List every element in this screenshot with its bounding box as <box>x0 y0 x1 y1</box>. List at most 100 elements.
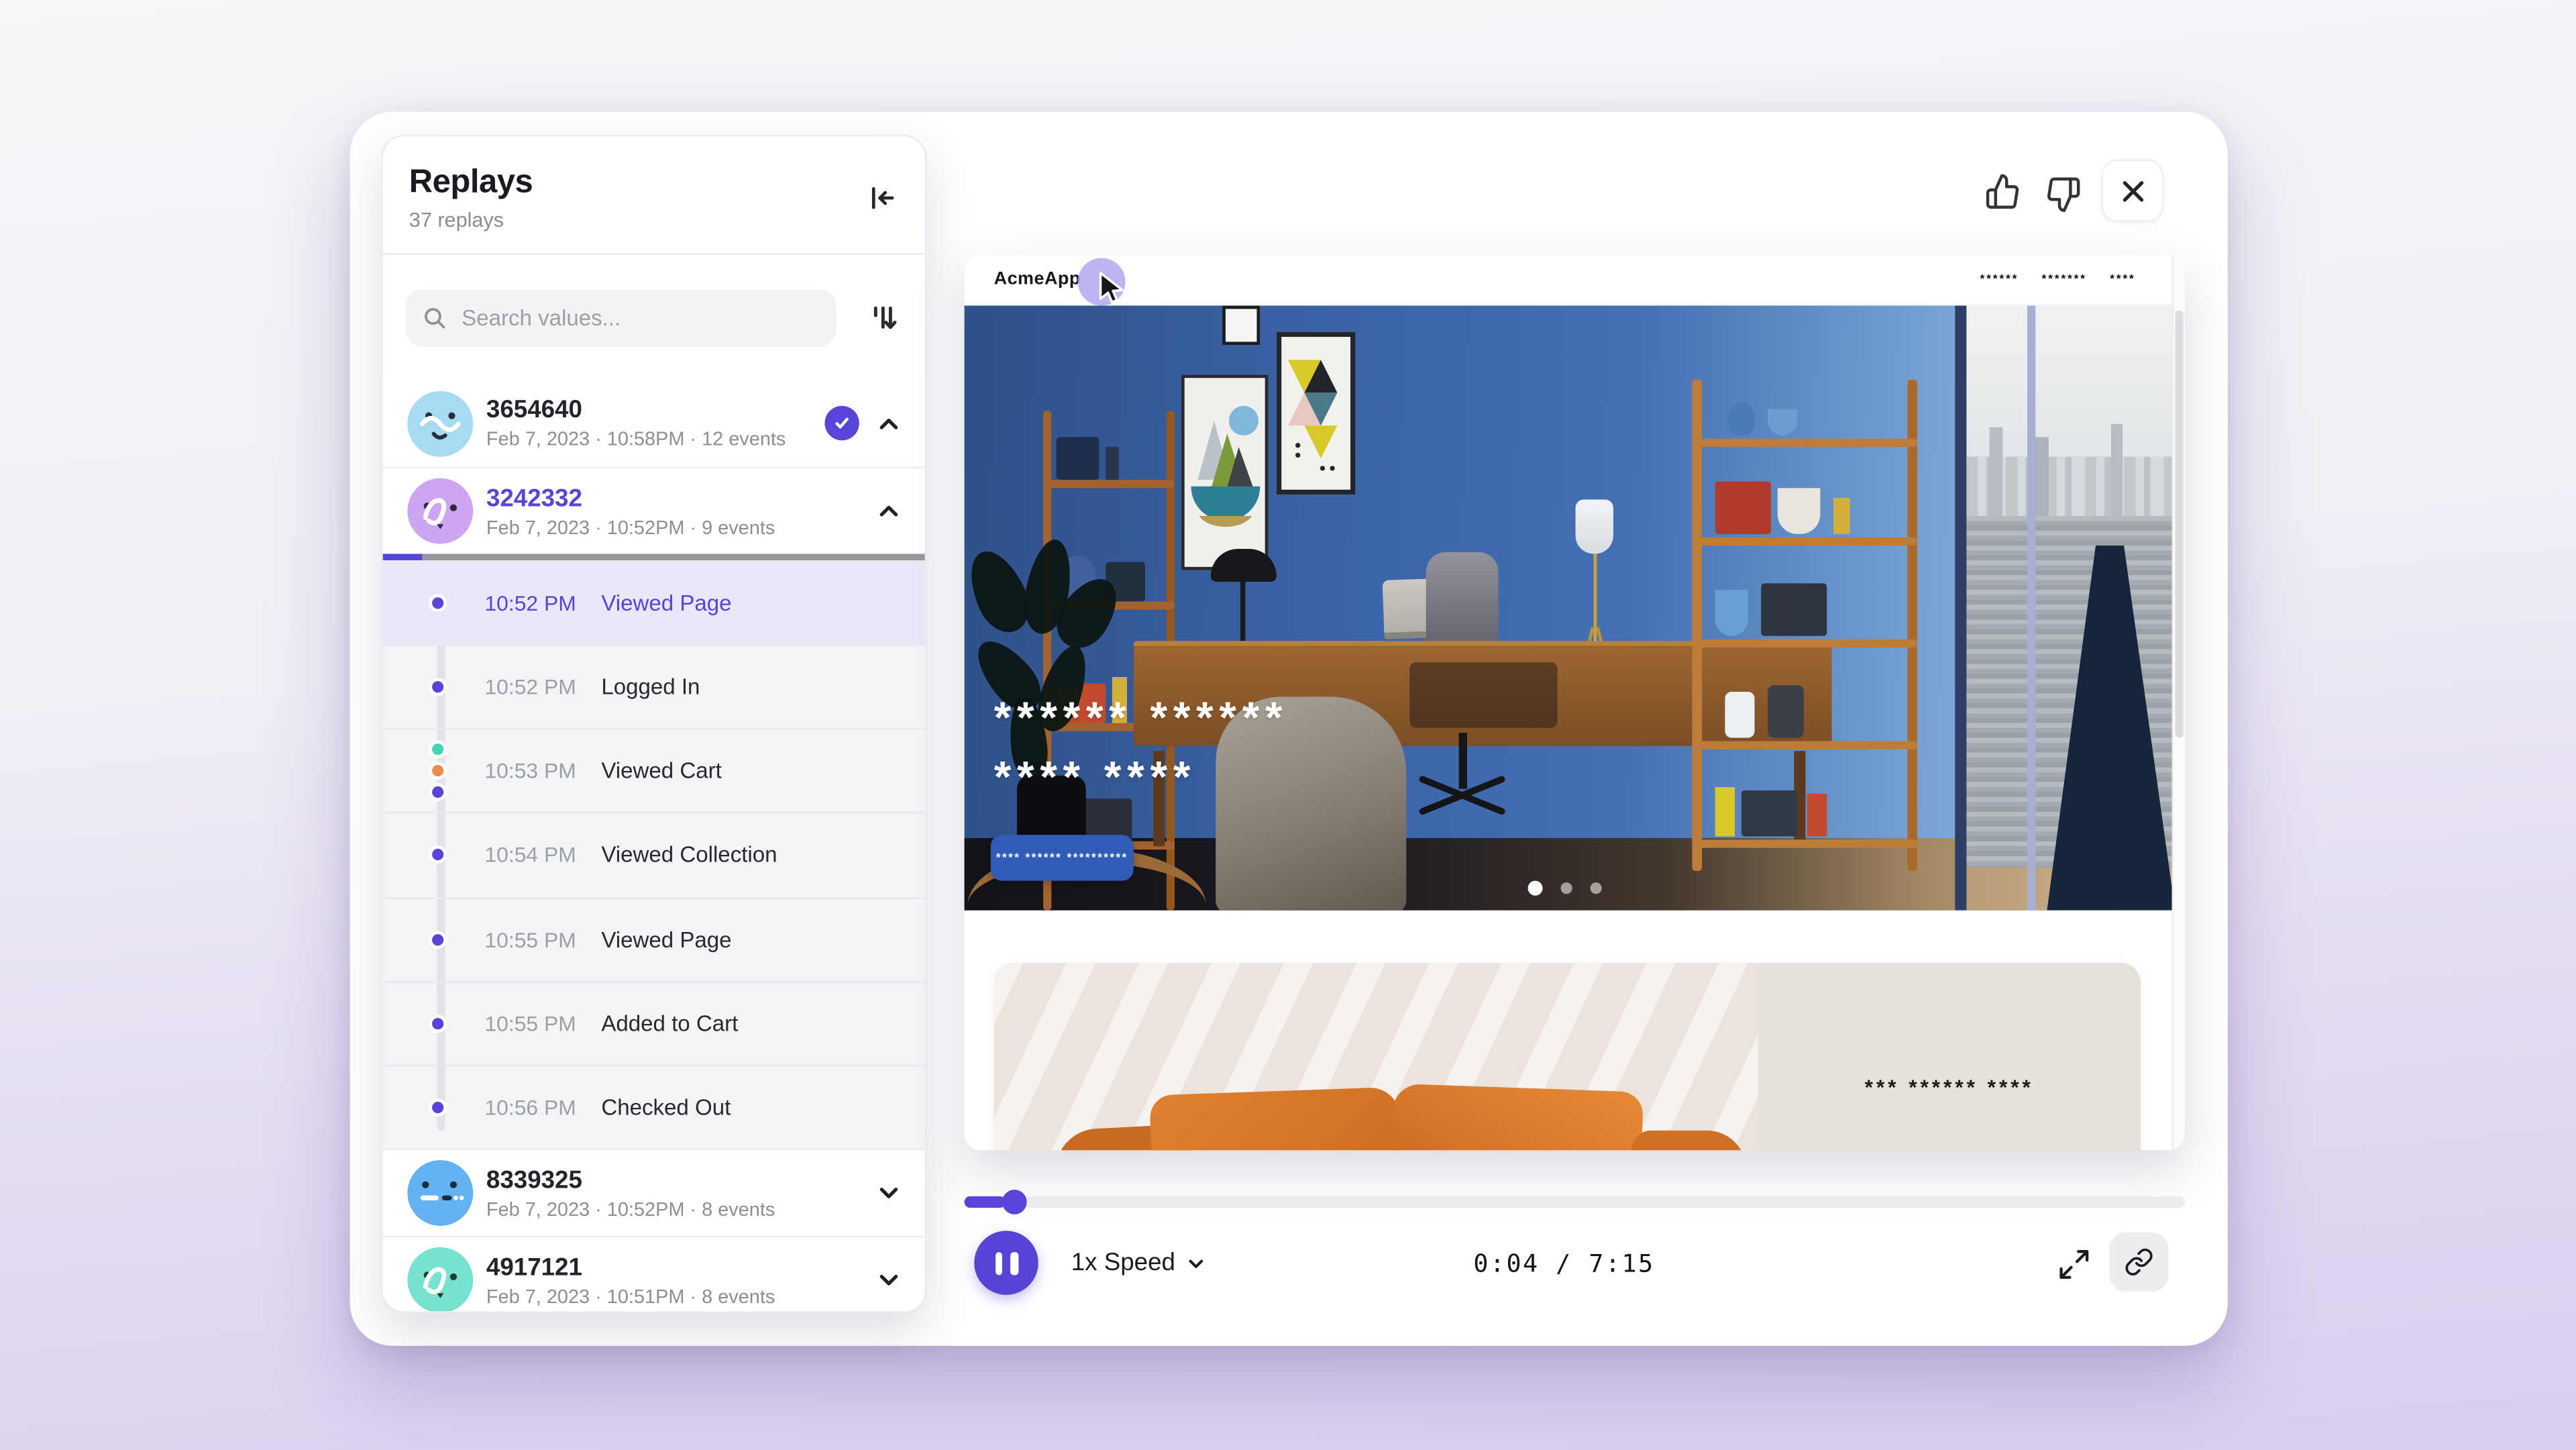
event-row-viewed-cart[interactable]: 10:53 PM Viewed Cart <box>383 729 925 813</box>
pause-icon <box>1010 1251 1018 1274</box>
link-icon <box>2125 1247 2154 1277</box>
time-display: 0:04 / 7:15 <box>1380 1231 1748 1295</box>
right-bookshelf <box>1692 380 1917 871</box>
collapse-sidebar-button[interactable] <box>863 179 899 215</box>
event-label: Checked Out <box>601 1095 731 1120</box>
page-title: Replays <box>409 164 899 202</box>
site-header: AcmeApp ****** ******* **** <box>965 255 2186 306</box>
thumbs-down-button[interactable] <box>2039 171 2085 217</box>
chevron-down-icon[interactable] <box>877 1269 900 1292</box>
replay-count: 37 replays <box>409 209 899 231</box>
replay-row-controls <box>824 380 900 467</box>
search-icon <box>422 305 447 329</box>
replay-meta: Feb 7, 2023 · 10:51PM · 8 events <box>486 1284 775 1307</box>
copy-link-button[interactable] <box>2109 1233 2168 1292</box>
event-time: 10:56 PM <box>484 1095 576 1120</box>
avatar <box>407 391 473 456</box>
replay-row-controls <box>877 468 900 554</box>
close-icon <box>2120 178 2145 203</box>
hero-cta-button[interactable]: **** ****** ********** <box>991 835 1134 881</box>
hero-masked-heading-line2: **** **** <box>994 753 1196 804</box>
replay-row-controls <box>877 1150 900 1235</box>
window-frame <box>1955 306 1966 911</box>
event-row-viewed-page-2[interactable]: 10:55 PM Viewed Page <box>383 896 925 980</box>
event-row-added-to-cart[interactable]: 10:55 PM Added to Cart <box>383 980 925 1064</box>
carousel-dot[interactable] <box>1561 882 1572 894</box>
thumbs-down-icon <box>2043 175 2080 213</box>
session-progress-track <box>422 554 925 560</box>
chevron-up-icon[interactable] <box>877 499 900 522</box>
sort-replays-button[interactable] <box>863 297 902 337</box>
sofa-image <box>994 963 1758 1150</box>
replay-row-3242332[interactable]: 3242332 Feb 7, 2023 · 10:52PM · 9 events <box>383 467 925 554</box>
mouse-cursor-icon <box>1095 271 1125 304</box>
replay-id: 4917121 <box>486 1253 775 1281</box>
playback-progress-bar[interactable] <box>965 1196 2186 1208</box>
event-label: Viewed Cart <box>601 759 722 784</box>
replay-list: 3654640 Feb 7, 2023 · 10:58PM · 12 event… <box>383 380 925 1312</box>
sidebar-header: Replays 37 replays <box>383 136 925 254</box>
event-timeline: 10:52 PM Viewed Page 10:52 PM Logged In … <box>383 560 925 1149</box>
close-player-button[interactable] <box>2101 160 2163 222</box>
nav-link-masked[interactable]: **** <box>2110 274 2135 285</box>
event-row-checked-out[interactable]: 10:56 PM Checked Out <box>383 1065 925 1149</box>
expand-icon <box>2056 1247 2090 1281</box>
event-row-logged-in[interactable]: 10:52 PM Logged In <box>383 644 925 728</box>
replay-info: 4917121 Feb 7, 2023 · 10:51PM · 8 events <box>486 1253 775 1307</box>
event-dot-icon <box>428 1098 446 1117</box>
pause-button[interactable] <box>974 1231 1038 1295</box>
site-logo[interactable]: AcmeApp <box>994 270 1081 289</box>
carousel-dot[interactable] <box>1591 882 1602 894</box>
desk-lamp-arm <box>1240 578 1244 641</box>
nav-link-masked[interactable]: ****** <box>1980 274 2019 285</box>
replay-id: 3654640 <box>486 396 786 424</box>
event-row-viewed-collection[interactable]: 10:54 PM Viewed Collection <box>383 813 925 896</box>
speed-label: 1x Speed <box>1071 1249 1175 1277</box>
event-label: Viewed Collection <box>601 843 777 868</box>
avatar <box>407 478 473 544</box>
search-input[interactable]: Search values... <box>406 289 837 346</box>
session-progress-fill <box>383 554 422 560</box>
event-row-viewed-page-1[interactable]: 10:52 PM Viewed Page <box>383 560 925 644</box>
chevron-down-icon <box>1187 1253 1206 1272</box>
event-time: 10:52 PM <box>484 675 576 700</box>
hero-image: ****** ****** **** **** **** ****** ****… <box>965 306 2172 911</box>
carousel-dot-active[interactable] <box>1528 881 1543 896</box>
sidebar-search-row: Search values... <box>383 255 925 380</box>
event-label: Logged In <box>601 675 700 700</box>
playback-progress-handle[interactable] <box>1002 1190 1027 1214</box>
replay-row-3654640[interactable]: 3654640 Feb 7, 2023 · 10:58PM · 12 event… <box>383 380 925 467</box>
site-nav: ****** ******* **** <box>1980 274 2136 285</box>
scrollbar-thumb[interactable] <box>2175 311 2183 738</box>
replay-row-4917121[interactable]: 4917121 Feb 7, 2023 · 10:51PM · 8 events <box>383 1236 925 1312</box>
event-dot-icon <box>428 846 446 864</box>
event-time: 10:55 PM <box>484 927 576 952</box>
fullscreen-button[interactable] <box>2052 1242 2095 1285</box>
sort-descending-icon <box>866 301 899 333</box>
session-progress-bar <box>383 554 925 560</box>
replay-meta: Feb 7, 2023 · 10:52PM · 8 events <box>486 1197 775 1220</box>
replays-sidebar: Replays 37 replays Search values... <box>381 135 926 1313</box>
viewport-scrollbar[interactable] <box>2172 255 2186 1151</box>
event-label: Viewed Page <box>601 591 731 616</box>
replay-row-controls <box>877 1237 900 1311</box>
event-label: Viewed Page <box>601 927 731 952</box>
mountain-art-frame <box>1181 374 1269 570</box>
geometric-art-frame <box>1277 332 1356 495</box>
office-chair-base <box>1430 733 1495 828</box>
carousel-dots[interactable] <box>1528 881 1602 896</box>
line-art-frame <box>1222 306 1260 346</box>
chevron-down-icon[interactable] <box>877 1182 900 1204</box>
nav-link-masked[interactable]: ******* <box>2042 274 2087 285</box>
replay-row-8339325[interactable]: 8339325 Feb 7, 2023 · 10:52PM · 8 events <box>383 1149 925 1236</box>
event-time: 10:54 PM <box>484 843 576 868</box>
speed-selector[interactable]: 1x Speed <box>1071 1231 1207 1295</box>
chevron-up-icon[interactable] <box>877 411 900 434</box>
collapse-panel-icon <box>865 182 896 213</box>
replay-info: 8339325 Feb 7, 2023 · 10:52PM · 8 events <box>486 1166 775 1221</box>
event-dot-icon <box>428 678 446 696</box>
product-card: *** ****** **** <box>994 963 2141 1150</box>
thumbs-up-button[interactable] <box>1980 168 2026 214</box>
search-placeholder: Search values... <box>462 305 621 329</box>
watched-check-badge <box>824 406 859 440</box>
